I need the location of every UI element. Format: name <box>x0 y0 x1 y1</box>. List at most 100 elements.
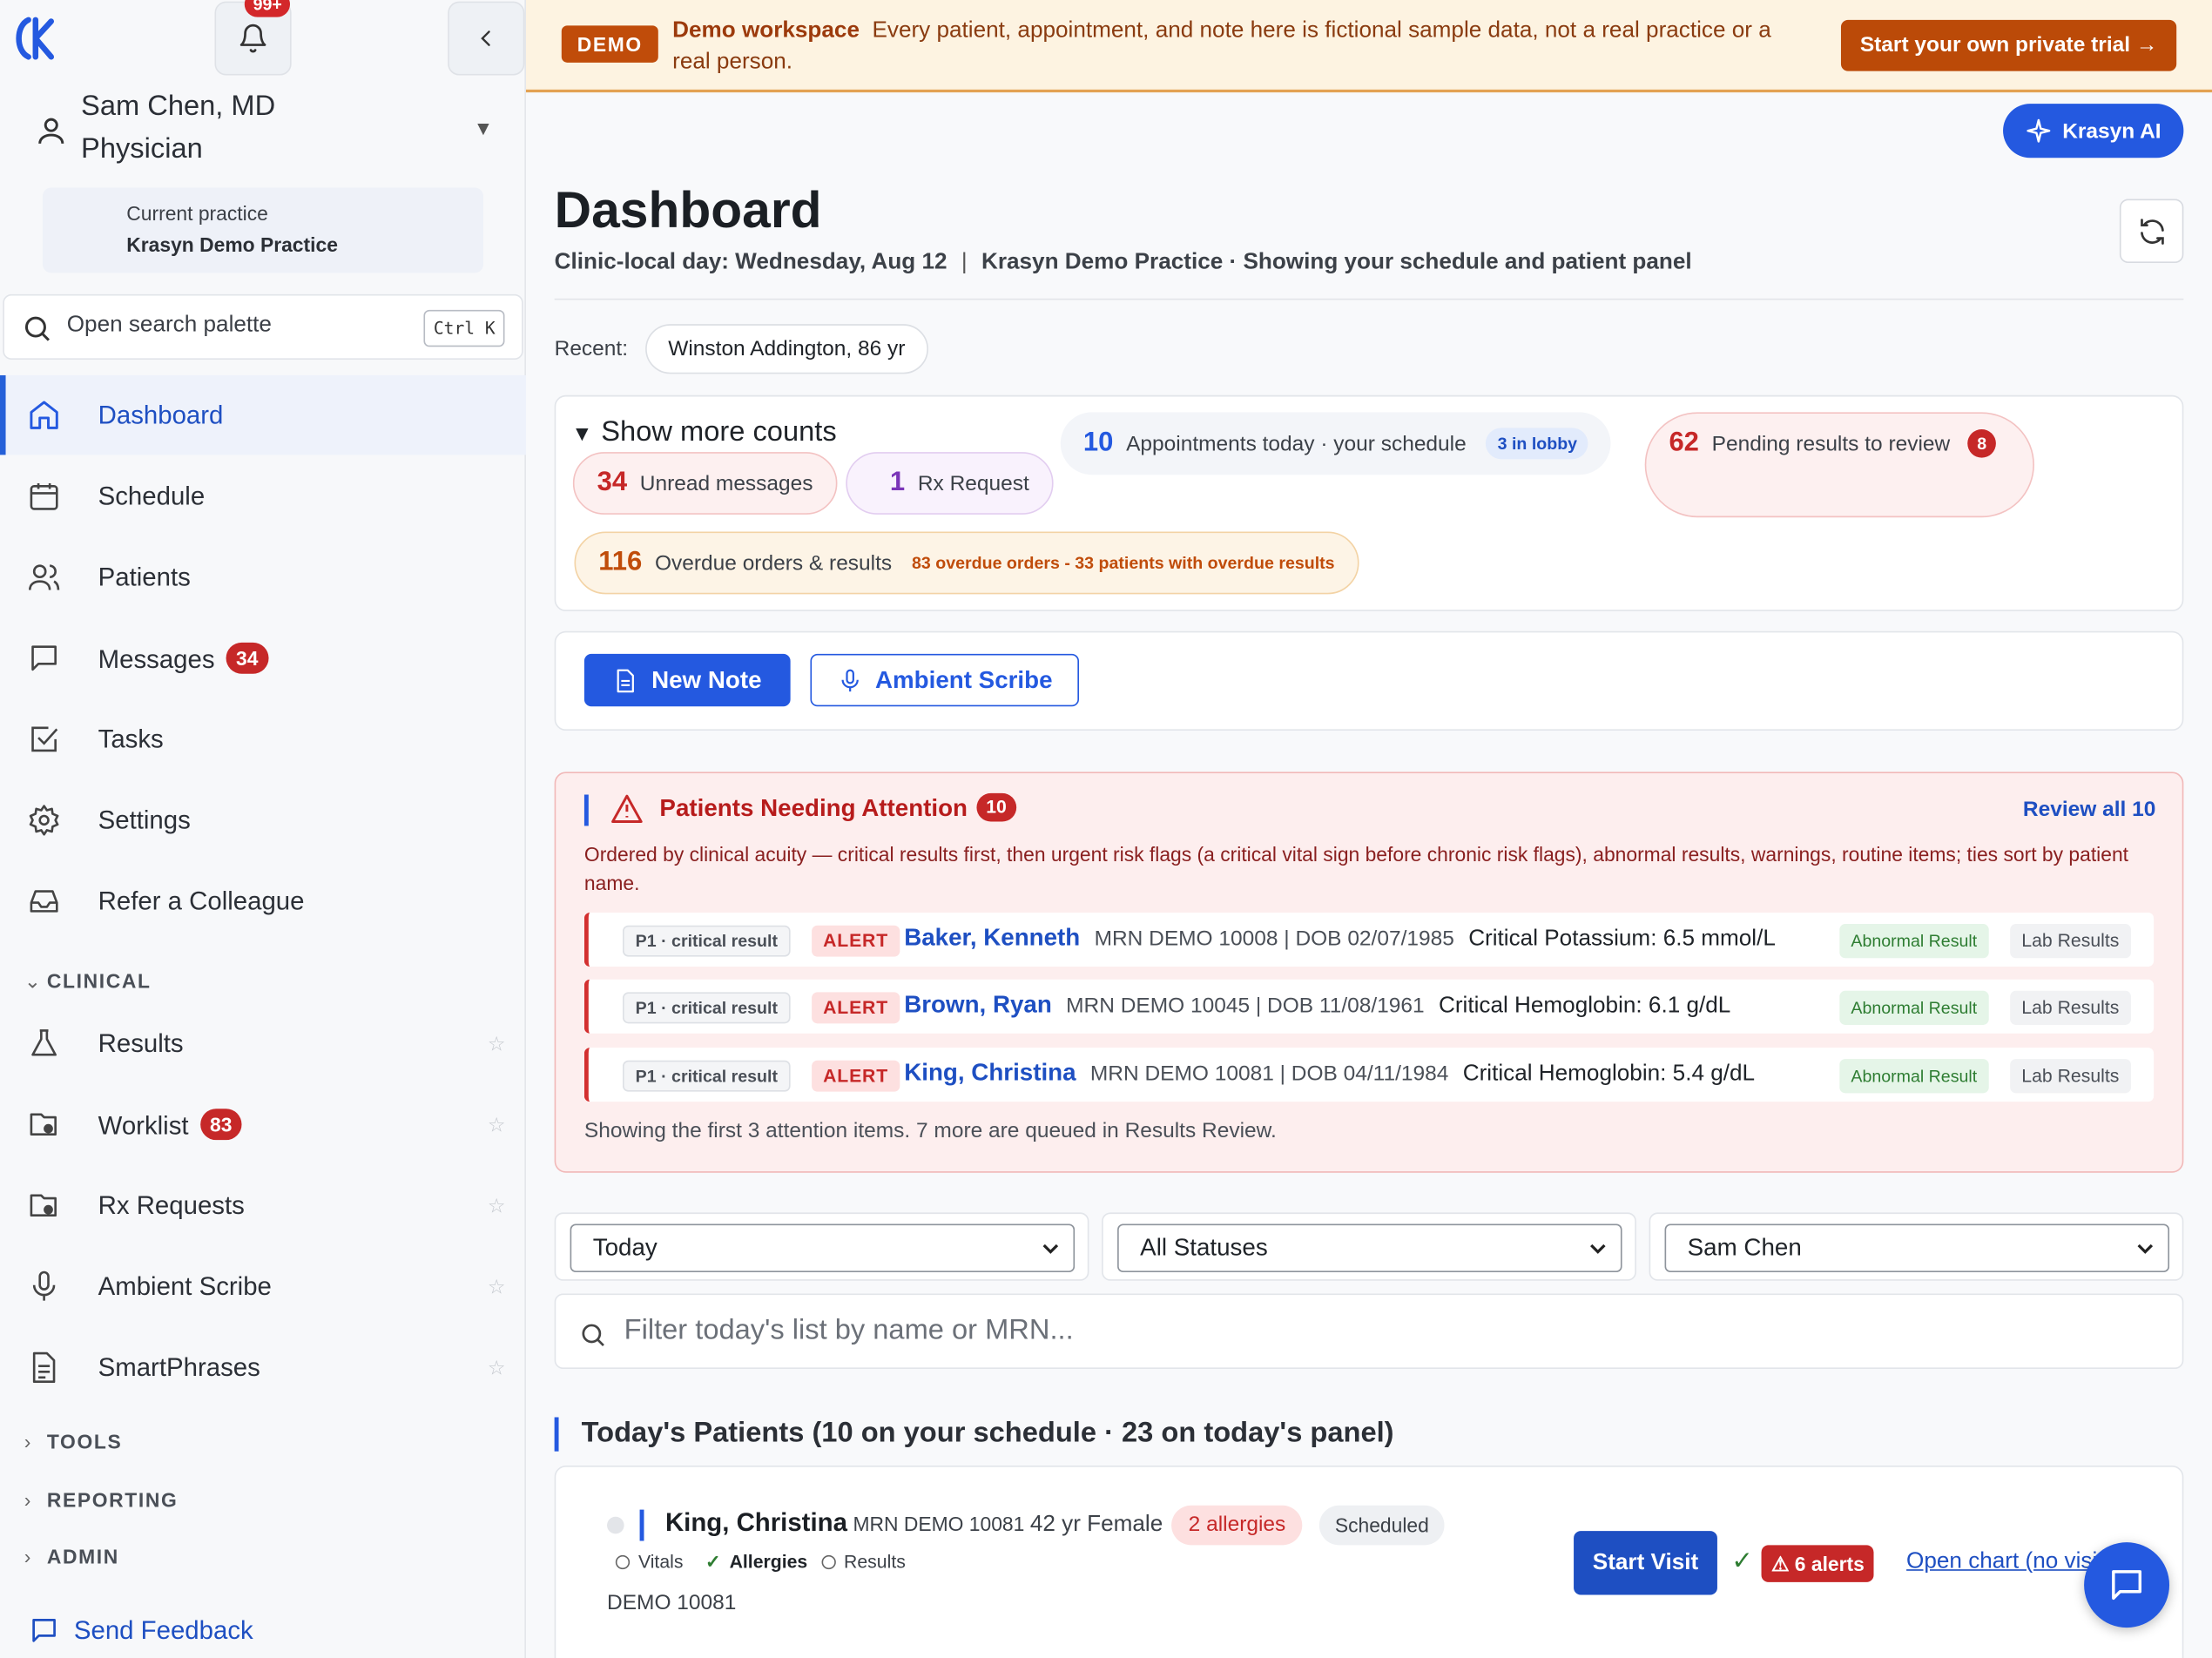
nav-label: Worklist 83 <box>98 1108 242 1141</box>
practice-label: Current practice <box>126 201 268 225</box>
unread-messages-card[interactable]: 34 Unread messages <box>572 452 838 515</box>
category-badge: Lab Results <box>2010 990 2131 1025</box>
nav-patients[interactable]: Patients <box>0 537 526 617</box>
patient-mrn-sub: DEMO 10081 <box>607 1590 737 1615</box>
attention-row[interactable]: P1 · critical result ALERT Brown, Ryan MR… <box>583 979 2155 1034</box>
status-badge: Scheduled <box>1318 1505 1445 1546</box>
refresh-button[interactable] <box>2119 199 2184 263</box>
patient-filter-input[interactable]: Filter today's list by name or MRN... <box>554 1293 2184 1370</box>
start-trial-button[interactable]: Start your own private trial → <box>1840 19 2177 71</box>
quick-actions <box>554 630 2184 731</box>
status-select[interactable]: All Statuses <box>1117 1223 1622 1272</box>
section-reporting[interactable]: › REPORTING <box>24 1488 179 1511</box>
folder-icon <box>30 1113 57 1136</box>
page-subtitle: Clinic-local day: Wednesday, Aug 12 | Kras… <box>554 250 1692 275</box>
attention-badge: 10 <box>975 792 1017 822</box>
app-window: 99+ Sam Chen, MD Physician ▼ Current pra… <box>0 0 2212 1658</box>
checkbox-icon <box>31 726 58 752</box>
nav-label: Patients <box>98 562 191 591</box>
nav-rx-requests[interactable]: Rx Requests ☆ <box>0 1166 526 1245</box>
start-visit-button[interactable]: Start Visit <box>1574 1531 1717 1595</box>
nav-label: SmartPhrases <box>98 1352 260 1381</box>
patient-name-link[interactable]: Baker, Kenneth MRN DEMO 10008 | DOB 02/07… <box>904 924 1776 953</box>
nav-worklist[interactable]: Worklist 83 ☆ <box>0 1085 526 1164</box>
filter-placeholder: Filter today's list by name or MRN... <box>624 1314 1074 1346</box>
patient-name-link[interactable]: Brown, Ryan MRN DEMO 10045 | DOB 11/08/19… <box>904 991 1730 1020</box>
star-icon[interactable]: ☆ <box>488 1112 506 1136</box>
open-chart-link[interactable]: Open chart (no visit) <box>1906 1549 2106 1574</box>
accent-bar <box>583 794 589 826</box>
nav-label: Ambient Scribe <box>98 1271 272 1300</box>
star-icon[interactable]: ☆ <box>488 1274 506 1298</box>
result-type-badge: Abnormal Result <box>1839 924 1989 959</box>
microphone-icon <box>32 1270 56 1301</box>
nav-tasks[interactable]: Tasks <box>0 699 526 778</box>
section-clinical[interactable]: ⌄ CLINICAL <box>24 969 152 994</box>
allergies-badge[interactable]: 2 allergies <box>1171 1505 1303 1546</box>
attention-title: Patients Needing Attention 10 <box>659 792 1017 823</box>
search-icon <box>582 1324 604 1347</box>
caret-down-icon[interactable]: ▼ <box>474 117 494 139</box>
attention-row[interactable]: P1 · critical result ALERT Baker, Kennet… <box>583 913 2155 967</box>
krasyn-logo[interactable] <box>10 14 58 63</box>
banner-title: Demo workspace <box>672 18 860 43</box>
lobby-badge: 3 in lobby <box>1486 428 1589 460</box>
current-practice: Current practice Krasyn Demo Practice <box>42 187 484 273</box>
new-note-button[interactable]: New Note <box>583 653 791 707</box>
recent-label: Recent: <box>554 336 629 361</box>
chevron-down-icon <box>1042 1244 1059 1254</box>
allergies-check: ✓ Allergies <box>705 1550 808 1573</box>
chevron-left-icon <box>481 30 490 46</box>
folder-icon <box>30 1194 57 1217</box>
nav-dashboard[interactable]: Dashboard <box>0 374 526 455</box>
appointments-card[interactable]: 10 Appointments today · your schedule 3 i… <box>1060 412 1612 475</box>
chat-button[interactable] <box>2084 1542 2170 1628</box>
attention-row[interactable]: P1 · critical result ALERT King, Christi… <box>583 1048 2155 1102</box>
alert-badge: ALERT <box>812 992 900 1024</box>
recent-patient-chip[interactable]: Winston Addington, 86 yr <box>645 324 928 374</box>
provider-select[interactable]: Sam Chen <box>1664 1223 2170 1272</box>
demo-banner: DEMO Demo workspace Every patient, appoi… <box>525 0 2212 93</box>
nav-schedule[interactable]: Schedule <box>0 456 526 536</box>
nav-smartphrases[interactable]: SmartPhrases ☆ <box>0 1328 526 1407</box>
review-all-link[interactable]: Review all 10 <box>2023 798 2155 822</box>
show-more-counts-toggle[interactable]: ▼ Show more counts <box>571 416 836 449</box>
collapse-sidebar-button[interactable] <box>448 1 525 76</box>
alert-badge: ALERT <box>812 1060 900 1092</box>
attention-description: Ordered by clinical acuity — critical re… <box>583 843 2129 894</box>
krasyn-ai-button[interactable]: Krasyn AI <box>2003 104 2184 158</box>
pending-results-card[interactable]: 62 Pending results to review 8 <box>1644 412 2034 518</box>
nav-refer-colleague[interactable]: Refer a Colleague <box>0 861 526 940</box>
pending-badge: 8 <box>1966 428 1997 458</box>
send-feedback-link[interactable]: Send Feedback <box>29 1614 253 1646</box>
patient-name[interactable]: King, Christina MRN DEMO 10081 42 yr Femal… <box>665 1508 1163 1538</box>
nav-ambient-scribe[interactable]: Ambient Scribe ☆ <box>0 1247 526 1326</box>
chevron-down-icon <box>1590 1244 1606 1254</box>
sparkle-icon <box>2026 118 2050 143</box>
section-tools[interactable]: › TOOLS <box>24 1430 123 1452</box>
patient-name-link[interactable]: King, Christina MRN DEMO 10081 | DOB 04/1… <box>904 1059 1755 1088</box>
nav-messages[interactable]: Messages 34 <box>0 618 526 698</box>
accent-bar <box>639 1509 644 1541</box>
chevron-down-icon <box>2137 1244 2154 1254</box>
user-icon <box>38 118 64 145</box>
page-title: Dashboard <box>554 180 822 239</box>
ambient-scribe-button[interactable]: Ambient Scribe <box>810 653 1079 707</box>
star-icon[interactable]: ☆ <box>488 1031 506 1055</box>
nav-settings[interactable]: Settings <box>0 780 526 859</box>
priority-badge: P1 · critical result <box>622 992 791 1024</box>
star-icon[interactable]: ☆ <box>488 1193 506 1217</box>
banner-text: Demo workspace Every patient, appointmen… <box>672 18 1771 74</box>
search-palette-button[interactable]: Open search palette Ctrl K <box>3 293 523 360</box>
date-select[interactable]: Today <box>570 1223 1076 1272</box>
check-icon: ✓ <box>1731 1547 1753 1575</box>
nav-results[interactable]: Results ☆ <box>0 1003 526 1082</box>
star-icon[interactable]: ☆ <box>488 1355 506 1379</box>
section-admin[interactable]: › ADMIN <box>24 1545 119 1567</box>
worklist-badge: 83 <box>199 1108 242 1140</box>
rx-request-card[interactable]: 1 Rx Request <box>846 452 1054 515</box>
alerts-badge[interactable]: ⚠ 6 alerts <box>1761 1545 1875 1582</box>
category-badge: Lab Results <box>2010 924 2131 959</box>
date-filter-wrap: Today <box>554 1212 1089 1281</box>
overdue-card[interactable]: 116 Overdue orders & results 83 overdue o… <box>574 531 1359 595</box>
